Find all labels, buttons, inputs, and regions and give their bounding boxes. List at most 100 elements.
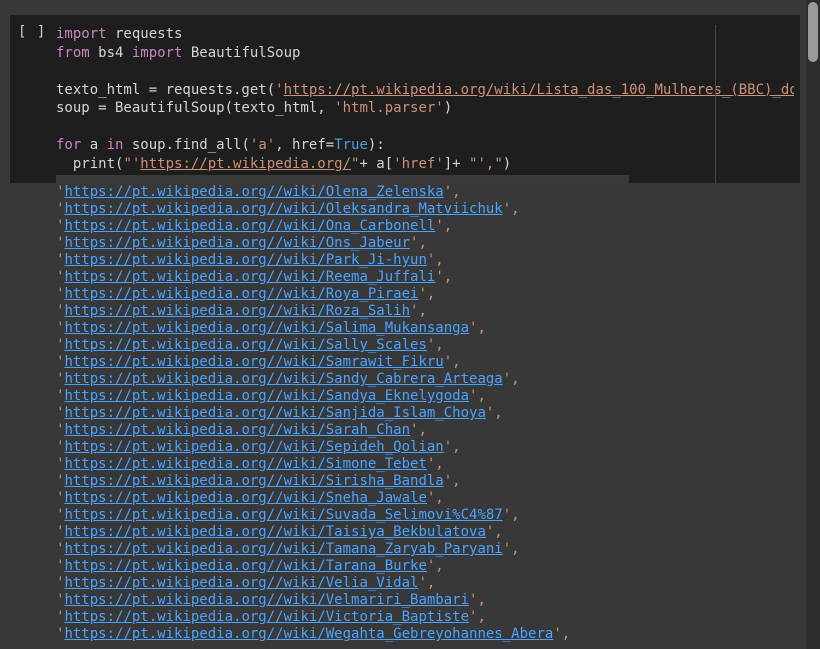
- quote-close: ',: [443, 354, 461, 370]
- code-line: print("'https://pt.wikipedia.org/"+ a['h…: [56, 155, 794, 174]
- output-link[interactable]: https://pt.wikipedia.org//wiki/Ona_Carbo…: [64, 218, 435, 234]
- code-line: import requests: [56, 25, 794, 44]
- code-token: 'href': [393, 155, 444, 172]
- output-link[interactable]: https://pt.wikipedia.org//wiki/Reema_Juf…: [64, 269, 435, 285]
- output-row: 'https://pt.wikipedia.org//wiki/Victoria…: [56, 609, 796, 626]
- output-link[interactable]: https://pt.wikipedia.org//wiki/Sanjida_I…: [64, 405, 485, 421]
- output-row: 'https://pt.wikipedia.org//wiki/Velia_Vi…: [56, 575, 796, 592]
- output-link[interactable]: https://pt.wikipedia.org//wiki/Sandy_Cab…: [64, 371, 502, 387]
- output-link[interactable]: https://pt.wikipedia.org//wiki/Olena_Zel…: [64, 184, 443, 200]
- output-row: 'https://pt.wikipedia.org//wiki/Sanjida_…: [56, 405, 796, 422]
- output-row: 'https://pt.wikipedia.org//wiki/Simone_T…: [56, 456, 796, 473]
- code-cell[interactable]: [ ] import requests from bs4 import Beaut…: [10, 15, 800, 183]
- output-link[interactable]: https://pt.wikipedia.org//wiki/Simone_Te…: [64, 456, 426, 472]
- output-row: 'https://pt.wikipedia.org//wiki/Salima_M…: [56, 320, 796, 337]
- quote-close: ',: [410, 303, 427, 319]
- output-link[interactable]: https://pt.wikipedia.org//wiki/Wegahta_G…: [64, 626, 553, 642]
- code-token: print(: [56, 155, 124, 172]
- output-link[interactable]: https://pt.wikipedia.org//wiki/Sirisha_B…: [64, 473, 443, 489]
- output-link[interactable]: https://pt.wikipedia.org//wiki/Suvada_Se…: [64, 507, 502, 523]
- code-token: BeautifulSoup: [182, 44, 301, 61]
- output-link[interactable]: https://pt.wikipedia.org//wiki/Sally_Sca…: [64, 337, 426, 353]
- code-line: soup = BeautifulSoup(texto_html, 'html.p…: [56, 99, 794, 118]
- code-line: from bs4 import BeautifulSoup: [56, 44, 794, 63]
- output-row: 'https://pt.wikipedia.org//wiki/Reema_Ju…: [56, 269, 796, 286]
- output-link[interactable]: https://pt.wikipedia.org//wiki/Ons_Jabeu…: [64, 235, 410, 251]
- code-token: , href=: [275, 137, 335, 153]
- quote-close: ',: [502, 371, 520, 387]
- code-token: soup = BeautifulSoup(texto_html,: [56, 100, 335, 116]
- code-token: + a[: [359, 155, 394, 172]
- cell-output: 'https://pt.wikipedia.org//wiki/Olena_Ze…: [56, 184, 796, 642]
- output-row: 'https://pt.wikipedia.org//wiki/Sally_Sc…: [56, 337, 796, 354]
- output-link[interactable]: https://pt.wikipedia.org//wiki/Sneha_Jaw…: [64, 490, 426, 506]
- line-length-ruler: [715, 25, 716, 183]
- quote-close: ',: [502, 201, 520, 217]
- code-token: 'html.parser': [334, 100, 444, 116]
- quote-close: ',: [426, 456, 444, 472]
- code-token: 'a': [249, 137, 276, 153]
- code-token: ): [443, 100, 453, 116]
- code-line: for a in soup.find_all('a', href=True):: [56, 136, 794, 155]
- output-row: 'https://pt.wikipedia.org//wiki/Sarah_Ch…: [56, 422, 796, 439]
- output-link[interactable]: https://pt.wikipedia.org//wiki/Salima_Mu…: [64, 320, 469, 336]
- output-row: 'https://pt.wikipedia.org//wiki/Tarana_B…: [56, 558, 796, 575]
- code-editor[interactable]: import requests from bs4 import Beautiful…: [56, 25, 794, 183]
- output-link[interactable]: https://pt.wikipedia.org//wiki/Roza_Sali…: [64, 303, 410, 319]
- output-row: 'https://pt.wikipedia.org//wiki/Roya_Pir…: [56, 286, 796, 303]
- run-cell-button[interactable]: [ ]: [18, 24, 46, 40]
- output-row: 'https://pt.wikipedia.org//wiki/Sneha_Ja…: [56, 490, 796, 507]
- output-link[interactable]: https://pt.wikipedia.org//wiki/Victoria_…: [64, 609, 469, 625]
- code-token: texto_html = requests.get(: [56, 81, 276, 98]
- output-row: 'https://pt.wikipedia.org//wiki/Park_Ji-…: [56, 252, 796, 269]
- code-token: in: [106, 137, 124, 153]
- output-link[interactable]: https://pt.wikipedia.org//wiki/Velmariri…: [64, 592, 469, 608]
- output-row: 'https://pt.wikipedia.org//wiki/Samrawit…: [56, 354, 796, 371]
- output-link[interactable]: https://pt.wikipedia.org//wiki/Sarah_Cha…: [64, 422, 410, 438]
- quote-close: ',: [418, 575, 436, 591]
- output-link[interactable]: https://pt.wikipedia.org//wiki/Roya_Pira…: [64, 286, 418, 302]
- quote-close: ',: [469, 320, 486, 336]
- code-token: https://pt.wikipedia.org/wiki/Lista_das_…: [283, 81, 794, 98]
- quote-close: ',: [469, 388, 486, 404]
- quote-close: ',: [502, 507, 520, 523]
- output-link[interactable]: https://pt.wikipedia.org//wiki/Tarana_Bu…: [64, 558, 426, 574]
- quote-close: ',: [426, 490, 444, 506]
- output-link[interactable]: https://pt.wikipedia.org//wiki/Sepideh_Q…: [64, 439, 443, 455]
- code-token: ):: [367, 137, 385, 153]
- quote-close: ',: [410, 235, 427, 251]
- output-link[interactable]: https://pt.wikipedia.org//wiki/Taisiya_B…: [64, 524, 485, 540]
- quote-close: ',: [410, 422, 427, 438]
- code-token: for: [56, 137, 82, 153]
- output-link[interactable]: https://pt.wikipedia.org//wiki/Park_Ji-h…: [64, 252, 426, 268]
- output-row: 'https://pt.wikipedia.org//wiki/Suvada_S…: [56, 507, 796, 524]
- output-link[interactable]: https://pt.wikipedia.org//wiki/Velia_Vid…: [64, 575, 418, 591]
- page-scrollbar[interactable]: [806, 0, 820, 649]
- output-row: 'https://pt.wikipedia.org//wiki/Velmarir…: [56, 592, 796, 609]
- output-link[interactable]: https://pt.wikipedia.org//wiki/Tamana_Za…: [64, 541, 502, 557]
- quote-close: ',: [426, 252, 444, 268]
- quote-close: ',: [502, 541, 520, 557]
- output-row: 'https://pt.wikipedia.org//wiki/Ona_Carb…: [56, 218, 796, 235]
- quote-close: ',: [469, 609, 486, 625]
- code-token: requests: [106, 26, 183, 42]
- output-link[interactable]: https://pt.wikipedia.org//wiki/Sandya_Ek…: [64, 388, 469, 404]
- code-token: "',": [469, 155, 503, 172]
- output-link[interactable]: https://pt.wikipedia.org//wiki/Oleksandr…: [64, 201, 502, 217]
- quote-close: ',: [485, 405, 503, 421]
- output-row: 'https://pt.wikipedia.org//wiki/Taisiya_…: [56, 524, 796, 541]
- code-horizontal-scrollbar[interactable]: [56, 175, 629, 183]
- output-row: 'https://pt.wikipedia.org//wiki/Sirisha_…: [56, 473, 796, 490]
- quote-close: ',: [435, 218, 453, 234]
- quote-close: ',: [553, 626, 571, 642]
- quote-close: ',: [443, 439, 461, 455]
- code-token: ]+: [443, 155, 470, 172]
- code-line: texto_html = requests.get('https://pt.wi…: [56, 81, 794, 100]
- output-row: 'https://pt.wikipedia.org//wiki/Olena_Ze…: [56, 184, 796, 201]
- output-link[interactable]: https://pt.wikipedia.org//wiki/Samrawit_…: [64, 354, 443, 370]
- output-row: 'https://pt.wikipedia.org//wiki/Ons_Jabe…: [56, 235, 796, 252]
- page-scrollbar-thumb[interactable]: [808, 2, 818, 62]
- output-row: 'https://pt.wikipedia.org//wiki/Roza_Sal…: [56, 303, 796, 320]
